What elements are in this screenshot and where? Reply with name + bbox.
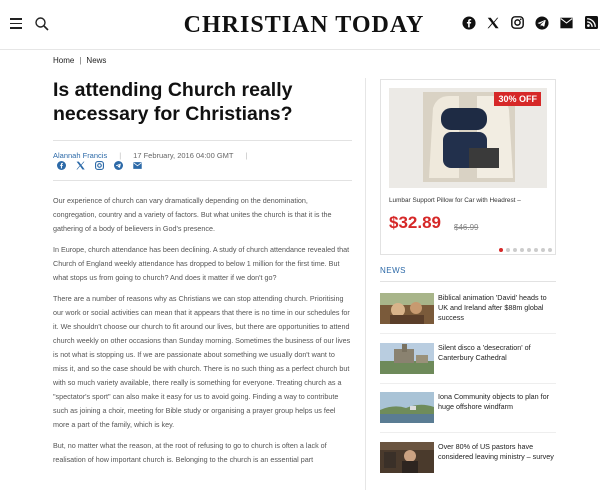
breadcrumb-home-link[interactable]: Home	[53, 56, 74, 65]
share-x-icon[interactable]	[76, 161, 85, 170]
telegram-icon[interactable]	[535, 16, 549, 30]
carousel-dot[interactable]	[513, 248, 517, 252]
discount-badge: 30% OFF	[494, 92, 541, 106]
news-title[interactable]: Iona Community objects to plan for huge …	[438, 392, 556, 412]
byline-separator: |	[119, 151, 122, 160]
breadcrumb-news-link[interactable]: News	[86, 56, 106, 65]
news-title[interactable]: Silent disco a 'desecration' of Canterbu…	[438, 343, 556, 363]
divider	[53, 140, 352, 141]
article-body: Our experience of church can vary dramat…	[53, 194, 351, 474]
search-icon[interactable]	[34, 16, 50, 32]
facebook-icon[interactable]	[462, 16, 476, 30]
news-thumbnail[interactable]	[380, 343, 434, 374]
divider	[380, 432, 556, 433]
news-title[interactable]: Biblical animation 'David' heads to UK a…	[438, 293, 556, 322]
byline-separator: |	[245, 151, 248, 160]
article-paragraph: In Europe, church attendance has been de…	[53, 245, 350, 282]
news-item[interactable]: Silent disco a 'desecration' of Canterbu…	[380, 343, 556, 377]
news-title[interactable]: Over 80% of US pastors have considered l…	[438, 442, 556, 462]
top-header: CHRISTIAN TODAY	[0, 0, 600, 50]
article-paragraph: Our experience of church can vary dramat…	[53, 196, 332, 233]
article-paragraph: But, no matter what the reason, at the r…	[53, 441, 327, 464]
share-telegram-icon[interactable]	[114, 161, 123, 170]
column-divider	[365, 78, 366, 490]
news-thumbnail[interactable]	[380, 442, 434, 473]
divider	[380, 383, 556, 384]
divider	[380, 333, 556, 334]
rss-icon[interactable]	[585, 16, 598, 29]
x-icon[interactable]	[487, 17, 499, 29]
divider	[380, 281, 556, 282]
ad-product-name[interactable]: Lumbar Support Pillow for Car with Headr…	[389, 197, 549, 204]
email-icon[interactable]	[560, 17, 573, 29]
carousel-dot[interactable]	[534, 248, 538, 252]
author-link[interactable]: Alannah Francis	[53, 151, 107, 160]
carousel-dot[interactable]	[506, 248, 510, 252]
site-logo[interactable]: CHRISTIAN TODAY	[176, 12, 432, 38]
ad-product-image[interactable]: 30% OFF	[389, 88, 547, 188]
news-item[interactable]: Iona Community objects to plan for huge …	[380, 392, 556, 426]
share-facebook-icon[interactable]	[57, 161, 66, 170]
carousel-dot[interactable]	[541, 248, 545, 252]
ad-old-price: $46.99	[454, 223, 479, 232]
news-thumbnail[interactable]	[380, 392, 434, 423]
article-title: Is attending Church really necessary for…	[53, 79, 293, 125]
product-ad[interactable]: 30% OFF Lumbar Support Pillow for Car wi…	[380, 79, 556, 255]
news-heading[interactable]: NEWS	[380, 266, 406, 275]
share-email-icon[interactable]	[133, 161, 142, 170]
share-instagram-icon[interactable]	[95, 161, 104, 170]
carousel-dot[interactable]	[499, 248, 503, 252]
article-paragraph: There are a number of reasons why as Chr…	[53, 294, 351, 429]
instagram-icon[interactable]	[511, 16, 524, 29]
carousel-dot[interactable]	[520, 248, 524, 252]
publish-date: 17 February, 2016 04:00 GMT	[133, 151, 234, 160]
news-item[interactable]: Biblical animation 'David' heads to UK a…	[380, 293, 556, 327]
share-bar	[57, 161, 142, 170]
carousel-dots	[499, 248, 552, 252]
carousel-dot[interactable]	[548, 248, 552, 252]
menu-icon[interactable]	[10, 18, 22, 30]
breadcrumb-separator: |	[79, 56, 82, 65]
news-thumbnail[interactable]	[380, 293, 434, 324]
carousel-dot[interactable]	[527, 248, 531, 252]
ad-price: $32.89	[389, 213, 441, 232]
article-byline: Alannah Francis | 17 February, 2016 04:0…	[53, 151, 259, 160]
divider	[53, 180, 352, 181]
breadcrumb: Home | News	[53, 56, 106, 65]
news-item[interactable]: Over 80% of US pastors have considered l…	[380, 442, 556, 476]
